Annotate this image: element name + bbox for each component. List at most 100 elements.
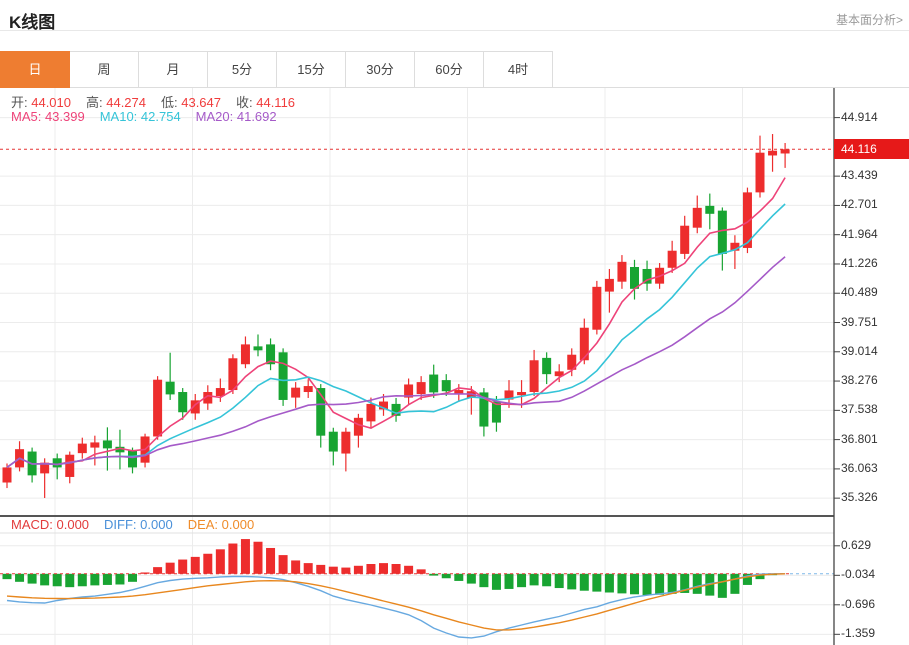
legend-item: MA10: 42.754	[100, 109, 181, 124]
macd-bar	[530, 574, 539, 586]
candle-body	[65, 455, 74, 477]
tab-period-0[interactable]: 日	[0, 51, 70, 88]
axis-tick-label: 36.063	[841, 461, 907, 475]
candle-body	[592, 287, 601, 330]
macd-bar	[392, 564, 401, 574]
macd-bar	[630, 574, 639, 594]
candle-body	[178, 392, 187, 412]
candle-body	[680, 226, 689, 254]
macd-bar	[266, 548, 275, 574]
axis-tick-label: 43.439	[841, 168, 907, 182]
macd-bar	[580, 574, 589, 591]
macd-bar	[555, 574, 564, 588]
axis-tick-label: 42.701	[841, 197, 907, 211]
macd-bar	[341, 568, 350, 574]
macd-bar	[417, 569, 426, 573]
tab-period-6[interactable]: 60分	[414, 51, 484, 88]
macd-bar	[304, 563, 313, 574]
legend-item: DEA: 0.000	[188, 517, 255, 532]
period-tabs: 日周月5分15分30分60分4时	[0, 51, 553, 88]
candle-body	[128, 450, 137, 467]
macd-bar	[241, 539, 250, 574]
candle-body	[617, 262, 626, 282]
macd-bar	[479, 574, 488, 587]
macd-bar	[592, 574, 601, 592]
candle-body	[442, 380, 451, 391]
macd-bar	[442, 574, 451, 578]
tab-period-1[interactable]: 周	[69, 51, 139, 88]
axis-tick-label: 41.226	[841, 256, 907, 270]
macd-bar	[643, 574, 652, 595]
tab-period-2[interactable]: 月	[138, 51, 208, 88]
macd-bar	[254, 542, 263, 574]
current-price-badge: 44.116	[834, 139, 909, 159]
macd-bar	[65, 574, 74, 587]
candle-body	[53, 458, 62, 467]
candle-body	[78, 444, 87, 454]
candle-body	[605, 279, 614, 292]
axis-tick-label: 44.914	[841, 110, 907, 124]
candle-body	[630, 267, 639, 289]
tab-period-3[interactable]: 5分	[207, 51, 277, 88]
macd-bar	[279, 555, 288, 574]
macd-bar	[216, 549, 225, 573]
candle-body	[103, 440, 112, 448]
macd-bar	[366, 564, 375, 574]
kline-chart[interactable]	[0, 88, 909, 645]
candle-body	[329, 432, 338, 452]
ma20-line	[7, 257, 785, 468]
candle-body	[291, 388, 300, 398]
header-divider	[0, 30, 909, 31]
tab-period-5[interactable]: 30分	[345, 51, 415, 88]
candle-body	[3, 467, 12, 482]
macd-bar	[228, 544, 237, 574]
legend-item: MACD: 0.000	[11, 517, 89, 532]
axis-tick-label: 37.538	[841, 402, 907, 416]
macd-bar	[718, 574, 727, 598]
candle-body	[530, 360, 539, 392]
candle-body	[781, 149, 790, 153]
candle-body	[279, 352, 288, 400]
macd-bar	[454, 574, 463, 581]
macd-bar	[128, 574, 137, 582]
candle-body	[693, 208, 702, 228]
macd-bar	[467, 574, 476, 584]
macd-bar	[90, 574, 99, 586]
axis-tick-label: 35.326	[841, 490, 907, 504]
macd-bar	[115, 574, 124, 585]
macd-bar	[617, 574, 626, 594]
candle-body	[668, 251, 677, 268]
candle-body	[768, 151, 777, 156]
macd-bar	[291, 560, 300, 573]
macd-bar	[730, 574, 739, 594]
ma-legend: MA5: 43.399MA10: 42.754MA20: 41.692	[11, 109, 292, 124]
candle-body	[705, 206, 714, 214]
axis-tick-label: 40.489	[841, 285, 907, 299]
candle-body	[517, 392, 526, 395]
candle-body	[304, 386, 313, 392]
macd-bar	[567, 574, 576, 590]
candle-body	[90, 442, 99, 447]
tab-period-7[interactable]: 4时	[483, 51, 553, 88]
macd-bar	[40, 574, 49, 586]
candle-body	[417, 382, 426, 394]
macd-bar	[15, 574, 24, 582]
axis-tick-label: 36.801	[841, 432, 907, 446]
axis-tick-label: 39.014	[841, 344, 907, 358]
tab-period-4[interactable]: 15分	[276, 51, 346, 88]
macd-bar	[103, 574, 112, 585]
macd-bar	[153, 567, 162, 574]
macd-bar	[3, 574, 12, 579]
fundamental-analysis-link[interactable]: 基本面分析>	[836, 11, 903, 28]
macd-bar	[78, 574, 87, 586]
macd-bar	[316, 565, 325, 574]
candle-body	[228, 358, 237, 390]
macd-bar	[379, 563, 388, 574]
legend-item: MA5: 43.399	[11, 109, 85, 124]
macd-bar	[492, 574, 501, 590]
macd-legend: MACD: 0.000DIFF: 0.000DEA: 0.000	[11, 517, 269, 532]
candle-body	[718, 211, 727, 254]
macd-bar	[53, 574, 62, 586]
candle-body	[354, 418, 363, 436]
candle-body	[166, 382, 175, 395]
